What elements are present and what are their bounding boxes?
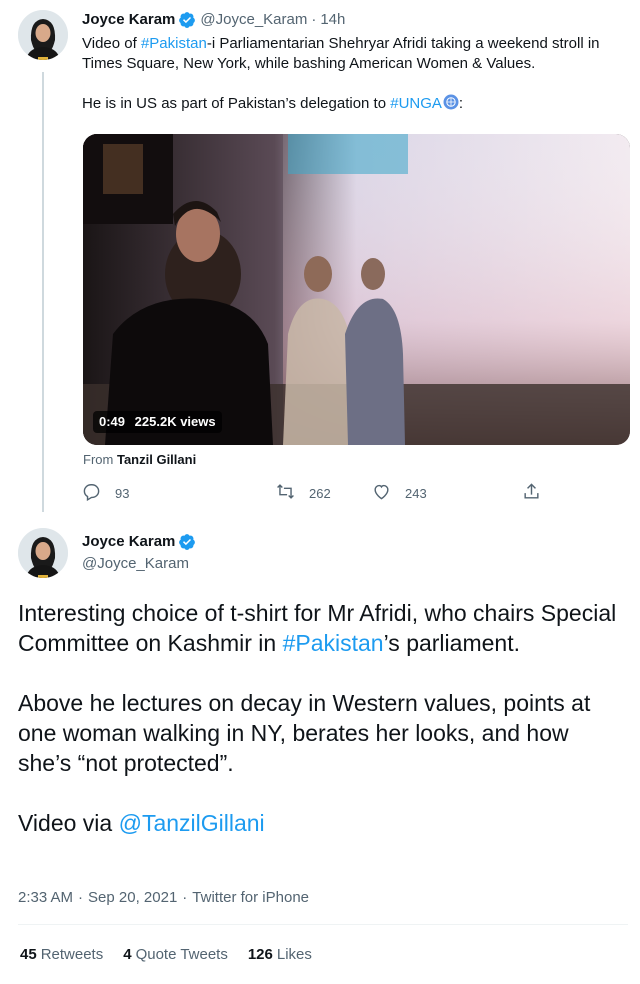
quote-tweets-label: Quote Tweets xyxy=(135,946,228,963)
verified-badge-icon xyxy=(178,11,196,29)
timestamp[interactable]: 14h xyxy=(320,10,345,30)
video-source: From Tanzil Gillani xyxy=(83,452,196,468)
share-icon xyxy=(522,482,555,504)
meta-source[interactable]: Twitter for iPhone xyxy=(192,889,309,906)
separator: · xyxy=(182,889,188,906)
author-handle[interactable]: @Joyce_Karam xyxy=(200,10,307,30)
retweet-button[interactable]: 262 xyxy=(276,480,331,506)
from-name-link[interactable]: Tanzil Gillani xyxy=(117,452,196,467)
verified-badge-icon xyxy=(178,533,196,551)
from-label: From xyxy=(83,452,114,467)
author-handle[interactable]: @Joyce_Karam xyxy=(82,554,189,574)
tweet-actions: 93 262 243 xyxy=(80,480,550,506)
video-views: 225.2K views xyxy=(134,414,216,429)
mention-link[interactable]: @TanzilGillani xyxy=(119,810,265,836)
retweets-label: Retweets xyxy=(40,946,104,963)
tweet-paragraph-3: Video via @TanzilGillani xyxy=(18,808,628,838)
retweets-stat[interactable]: 45 Retweets xyxy=(20,945,103,965)
engagement-stats: 45 Retweets 4 Quote Tweets 126 Likes xyxy=(20,945,332,965)
meta-date[interactable]: Sep 20, 2021 xyxy=(88,889,177,906)
retweet-icon xyxy=(276,482,309,504)
tweet-text: Interesting choice of t-shirt for Mr Afr… xyxy=(18,598,628,838)
text-segment: Video of xyxy=(82,35,141,52)
author-name-row: Joyce Karam xyxy=(82,532,200,552)
tweet-meta: 2:33 AM · Sep 20, 2021 · Twitter for iPhone xyxy=(18,888,309,908)
hashtag-link[interactable]: #UNGA xyxy=(390,95,442,112)
divider xyxy=(18,924,628,925)
text-segment: ’s parliament. xyxy=(383,630,520,656)
tweet-1: Joyce Karam @Joyce_Karam · 14h Video of … xyxy=(82,10,634,114)
retweet-count: 262 xyxy=(309,485,331,501)
text-segment: Video via xyxy=(18,810,119,836)
video-duration: 0:49 xyxy=(99,414,126,429)
likes-label: Likes xyxy=(276,946,312,963)
avatar[interactable] xyxy=(18,10,68,60)
share-button[interactable] xyxy=(522,480,555,506)
text-segment: He is in US as part of Pakistan’s delega… xyxy=(82,95,391,112)
reply-icon xyxy=(82,482,115,504)
un-flag-icon xyxy=(443,94,459,110)
likes-stat[interactable]: 126 Likes xyxy=(248,945,312,965)
author-name[interactable]: Joyce Karam xyxy=(82,10,175,30)
separator: · xyxy=(311,11,317,28)
hashtag-link[interactable]: #Pakistan xyxy=(283,630,384,656)
text-segment: : xyxy=(458,95,464,112)
like-count: 243 xyxy=(405,485,427,501)
meta-time[interactable]: 2:33 AM xyxy=(18,889,73,906)
like-button[interactable]: 243 xyxy=(372,480,427,506)
author-name[interactable]: Joyce Karam xyxy=(82,532,175,552)
retweets-count: 45 xyxy=(20,946,37,963)
likes-count: 126 xyxy=(247,946,273,963)
reply-button[interactable]: 93 xyxy=(82,480,129,506)
like-icon xyxy=(372,482,405,504)
video-player[interactable]: 0:49 225.2K views xyxy=(83,134,630,445)
video-stats-badge: 0:49 225.2K views xyxy=(93,411,222,433)
tweet-text: Video of #Pakistan-i Parliamentarian She… xyxy=(82,34,634,114)
thread-connector-line xyxy=(42,72,44,512)
tweet-paragraph-1: Interesting choice of t-shirt for Mr Afr… xyxy=(18,598,628,658)
separator: · xyxy=(78,889,84,906)
tweet-paragraph-2: Above he lectures on decay in Western va… xyxy=(18,690,591,776)
hashtag-link[interactable]: #Pakistan xyxy=(141,35,207,52)
tweet-paragraph-1: Video of #Pakistan-i Parliamentarian She… xyxy=(82,34,634,74)
reply-count: 93 xyxy=(115,485,130,501)
tweet-header: Joyce Karam @Joyce_Karam · 14h xyxy=(82,10,634,30)
quote-tweets-stat[interactable]: 4 Quote Tweets xyxy=(123,945,228,965)
tweet-paragraph-2: He is in US as part of Pakistan’s delega… xyxy=(82,94,634,114)
quote-tweets-count: 4 xyxy=(123,946,132,963)
avatar[interactable] xyxy=(18,528,68,578)
